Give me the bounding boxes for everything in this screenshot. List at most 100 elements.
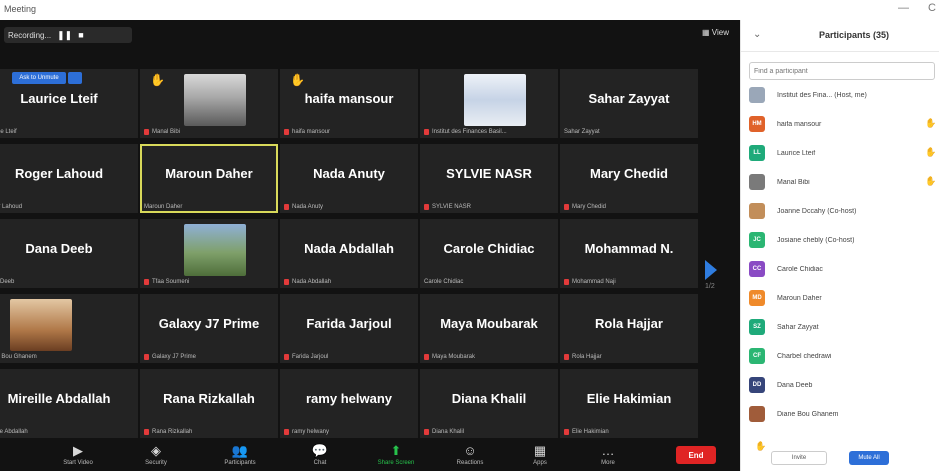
window-control-button[interactable]: C xyxy=(928,2,936,14)
participant-row[interactable]: LL Laurice Lteif ✋ xyxy=(749,144,939,162)
video-tile[interactable]: Mohammad N. Mohammad Naji xyxy=(560,219,698,288)
avatar xyxy=(749,87,765,103)
video-tile[interactable]: SYLVIE NASR SYLVIE NASR xyxy=(420,144,558,213)
muted-mic-icon xyxy=(424,354,429,360)
participant-name-label: Manal Bibi xyxy=(144,129,180,135)
video-tile[interactable]: ✋ Manal Bibi xyxy=(140,69,278,138)
stop-recording-button[interactable]: ■ xyxy=(78,30,83,40)
participant-label-text: Carole Chidiac xyxy=(424,279,464,285)
reactions-button[interactable]: ☺ Reactions xyxy=(440,443,500,466)
video-tile[interactable]: Galaxy J7 Prime Galaxy J7 Prime xyxy=(140,294,278,363)
participant-row[interactable]: CC Carole Chidiac xyxy=(749,260,939,278)
pause-recording-button[interactable]: ❚❚ xyxy=(57,30,72,41)
participant-photo xyxy=(10,299,72,351)
video-tile[interactable]: Roger Lahoud Roger Lahoud xyxy=(0,144,138,213)
participant-name-label: Rana Rizkallah xyxy=(144,429,192,435)
minimize-button[interactable]: — xyxy=(898,2,909,14)
apps-button[interactable]: ▦ Apps xyxy=(510,443,570,466)
participant-row[interactable]: Manal Bibi ✋ xyxy=(749,173,939,191)
participant-label-text: Nada Abdallah xyxy=(292,279,332,285)
video-tile[interactable]: Mary Chedid Mary Chedid xyxy=(560,144,698,213)
participant-row[interactable]: MD Maroun Daher xyxy=(749,289,939,307)
participant-display-name: Laurice Lteif xyxy=(20,91,98,106)
participant-name-label: Galaxy J7 Prime xyxy=(144,354,196,360)
participant-row[interactable]: Institut des Fina... (Host, me) xyxy=(749,86,939,104)
video-tile[interactable]: Diane Bou Ghanem xyxy=(0,294,138,363)
participant-name-label: Maroun Daher xyxy=(144,204,182,210)
chat-button[interactable]: 💬 Chat xyxy=(290,443,350,466)
participant-row[interactable]: Diane Bou Ghanem xyxy=(749,405,939,423)
muted-mic-icon xyxy=(564,204,569,210)
video-button[interactable]: ▶ Start Video xyxy=(48,443,108,466)
raised-hand-icon: ✋ xyxy=(925,147,937,157)
video-tile[interactable]: Sahar Zayyat Sahar Zayyat xyxy=(560,69,698,138)
video-tile[interactable]: Rola Hajjar Rola Hajjar xyxy=(560,294,698,363)
toolbar-button-label: Apps xyxy=(533,460,547,466)
toolbar-button-label: Chat xyxy=(313,460,327,466)
tile-menu-button[interactable] xyxy=(68,72,82,84)
participant-name: Diane Bou Ghanem xyxy=(777,410,839,418)
participant-label-text: Farida Jarjoul xyxy=(292,354,329,360)
participant-label-text: Mary Chedid xyxy=(572,204,607,210)
participants-button[interactable]: 👥 Participants xyxy=(210,443,270,466)
video-tile[interactable]: ramy helwany ramy helwany xyxy=(280,369,418,438)
participant-display-name: haifa mansour xyxy=(304,91,394,106)
participant-name-label: Mary Chedid xyxy=(564,204,606,210)
participant-row[interactable]: JC Josiane chebly (Co-host) xyxy=(749,231,939,249)
video-tile[interactable]: Mireille Abdallah Mireille Abdallah xyxy=(0,369,138,438)
video-grid: Laurice Lteif Ask to Unmute Laurice Lteif ✋… xyxy=(0,69,700,441)
ask-to-unmute-button[interactable]: Ask to Unmute xyxy=(12,72,66,84)
toolbar-button-label: Start Video xyxy=(63,460,93,466)
video-tile[interactable]: Elie Hakimian Elie Hakimian xyxy=(560,369,698,438)
raised-hand-icon: ✋ xyxy=(150,73,165,87)
video-tile[interactable]: Diana Khalil Diana Khalil xyxy=(420,369,558,438)
more-button[interactable]: … More xyxy=(578,443,638,466)
participant-row[interactable]: HM haifa mansour ✋ xyxy=(749,115,939,133)
participant-name-label: SYLVIE NASR xyxy=(424,204,471,210)
muted-mic-icon xyxy=(144,429,149,435)
participant-row[interactable]: Joanne Dccahy (Co-host) xyxy=(749,202,939,220)
end-meeting-button[interactable]: End xyxy=(676,446,716,464)
video-tile[interactable]: Tfaa Soumeni xyxy=(140,219,278,288)
participant-row[interactable]: DD Dana Deeb xyxy=(749,376,939,394)
participant-label-text: Roger Lahoud xyxy=(0,204,23,210)
apps-icon: ▦ xyxy=(533,443,547,458)
participant-label-text: Elie Hakimian xyxy=(572,429,609,435)
video-tile[interactable]: Farida Jarjoul Farida Jarjoul xyxy=(280,294,418,363)
muted-mic-icon xyxy=(284,204,289,210)
invite-button[interactable]: Invite xyxy=(771,451,827,465)
video-tile[interactable]: Rana Rizkallah Rana Rizkallah xyxy=(140,369,278,438)
share-screen-icon: ⬆ xyxy=(390,443,402,458)
chevron-down-icon[interactable]: ⌄ xyxy=(753,29,761,40)
participant-label-text: Rana Rizkallah xyxy=(152,429,193,435)
meeting-topbar: Recording... ❚❚ ■ ▦ View xyxy=(0,20,740,50)
mute-all-button[interactable]: Mute All xyxy=(849,451,889,465)
video-tile[interactable]: Dana Deeb Dana Deeb xyxy=(0,219,138,288)
avatar: MD xyxy=(749,290,765,306)
video-tile[interactable]: Nada Abdallah Nada Abdallah xyxy=(280,219,418,288)
video-tile[interactable]: Carole Chidiac Carole Chidiac xyxy=(420,219,558,288)
participant-search-input[interactable] xyxy=(749,62,935,80)
shield-button[interactable]: ◈ Security xyxy=(126,443,186,466)
avatar: LL xyxy=(749,145,765,161)
video-tile[interactable]: Nada Anuty Nada Anuty xyxy=(280,144,418,213)
participant-label-text: Mohammad Naji xyxy=(572,279,616,285)
participant-row[interactable]: CF Charbel chedrawi xyxy=(749,347,939,365)
video-tile[interactable]: Institut des Finances Basil... xyxy=(420,69,558,138)
video-tile[interactable]: haifa mansour ✋ haifa mansour xyxy=(280,69,418,138)
participant-photo xyxy=(184,74,246,126)
participant-label-text: ramy helwany xyxy=(292,429,330,435)
video-tile[interactable]: Laurice Lteif Ask to Unmute Laurice Lteif xyxy=(0,69,138,138)
raised-hand-icon: ✋ xyxy=(925,118,937,128)
video-tile[interactable]: Maroun Daher Maroun Daher xyxy=(140,144,278,213)
muted-mic-icon xyxy=(144,129,149,135)
participant-name-label: Mohammad Naji xyxy=(564,279,616,285)
shield-icon: ◈ xyxy=(151,443,161,458)
participant-display-name: Galaxy J7 Prime xyxy=(158,316,260,331)
next-page-arrow-icon[interactable] xyxy=(705,260,717,280)
share-screen-button[interactable]: ⬆ Share Screen xyxy=(366,443,426,466)
avatar xyxy=(749,203,765,219)
video-tile[interactable]: Maya Moubarak Maya Moubarak xyxy=(420,294,558,363)
participant-row[interactable]: SZ Sahar Zayyat xyxy=(749,318,939,336)
view-button[interactable]: ▦ View xyxy=(702,28,729,37)
